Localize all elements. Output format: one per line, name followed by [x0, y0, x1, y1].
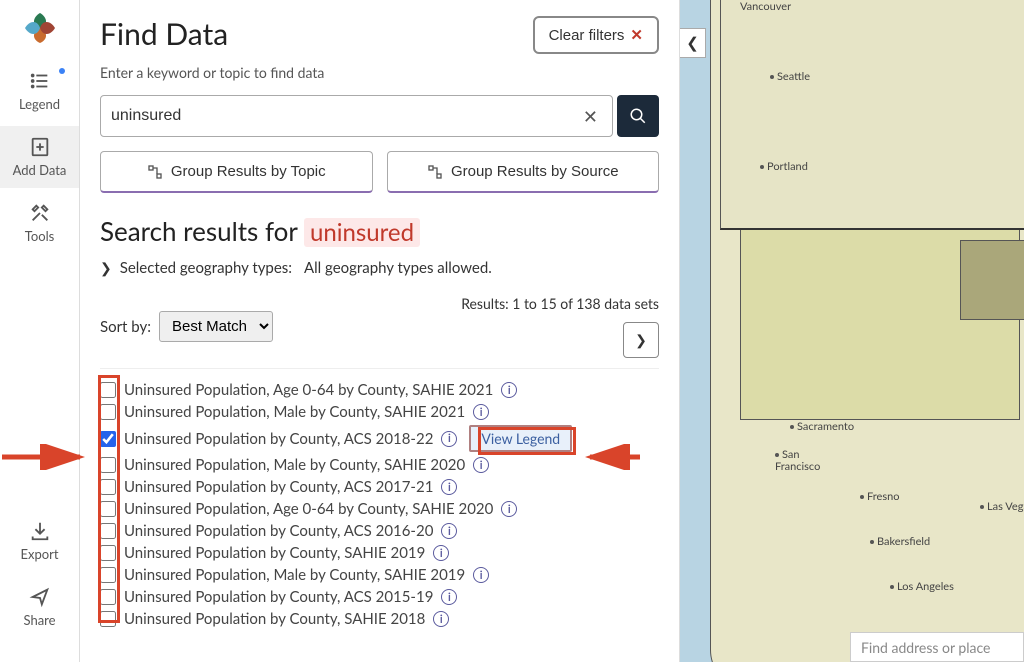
group-by-topic-button[interactable]: Group Results by Topic	[100, 151, 373, 193]
city-label: Portland	[760, 160, 808, 173]
result-label: Uninsured Population by County, ACS 2017…	[124, 478, 433, 496]
rail-add-data-label: Add Data	[13, 162, 67, 178]
result-checkbox[interactable]	[100, 382, 116, 398]
city-label: Seattle	[770, 70, 810, 83]
city-label: San FranciscoFrancisco	[775, 460, 820, 473]
panel-subtitle: Enter a keyword or topic to find data	[100, 64, 659, 81]
rail-legend-label: Legend	[19, 96, 60, 112]
page-title: Find Data	[100, 16, 228, 52]
info-icon[interactable]: i	[473, 567, 489, 583]
sort-label: Sort by:	[100, 318, 151, 336]
result-checkbox[interactable]	[100, 545, 116, 561]
info-icon[interactable]: i	[441, 431, 457, 447]
app-logo	[22, 10, 58, 46]
geocoder-input[interactable]: Find address or place	[850, 632, 1024, 662]
group-by-source-button[interactable]: Group Results by Source	[387, 151, 660, 193]
list-item[interactable]: Uninsured Population by County, ACS 2015…	[100, 586, 659, 608]
list-item[interactable]: Uninsured Population by County, SAHIE 20…	[100, 542, 659, 564]
clear-filters-button[interactable]: Clear filters ✕	[533, 16, 659, 54]
list-item[interactable]: Uninsured Population by County, SAHIE 20…	[100, 608, 659, 630]
result-label: Uninsured Population, Age 0-64 by County…	[124, 500, 493, 518]
next-page-button[interactable]: ❯	[623, 322, 659, 358]
clear-search-icon[interactable]: ✕	[579, 105, 602, 128]
list-item[interactable]: Uninsured Population, Male by County, SA…	[100, 454, 659, 476]
close-icon: ✕	[630, 26, 643, 44]
search-icon	[629, 107, 647, 125]
result-checkbox[interactable]	[100, 404, 116, 420]
info-icon[interactable]: i	[501, 382, 517, 398]
info-icon[interactable]: i	[441, 479, 457, 495]
search-button[interactable]	[617, 95, 659, 137]
result-label: Uninsured Population, Male by County, SA…	[124, 566, 465, 584]
chevron-right-icon: ❯	[635, 331, 647, 349]
result-checkbox[interactable]	[100, 567, 116, 583]
list-item[interactable]: Uninsured Population by County, ACS 2016…	[100, 520, 659, 542]
download-icon	[29, 520, 51, 542]
rail-legend[interactable]: Legend	[0, 60, 79, 122]
results-heading: Search results for uninsured	[100, 215, 659, 247]
result-checkbox[interactable]	[100, 589, 116, 605]
list-item[interactable]: Uninsured Population by County, ACS 2017…	[100, 476, 659, 498]
info-icon[interactable]: i	[473, 404, 489, 420]
result-label: Uninsured Population by County, ACS 2015…	[124, 588, 433, 606]
rail-tools-label: Tools	[25, 228, 55, 244]
map-view[interactable]: ❮ Vancouver Seattle Portland Sacramento …	[680, 0, 1024, 662]
city-label: Fresno	[860, 490, 899, 503]
result-label: Uninsured Population, Male by County, SA…	[124, 403, 465, 421]
left-rail: Legend Add Data Tools Export Share	[0, 0, 80, 662]
geography-filter-row[interactable]: ❯ Selected geography types: All geograph…	[100, 259, 659, 277]
info-icon[interactable]: i	[473, 457, 489, 473]
city-label: Bakersfield	[870, 535, 930, 548]
share-icon	[29, 586, 51, 608]
result-label: Uninsured Population by County, SAHIE 20…	[124, 610, 425, 628]
list-item[interactable]: Uninsured Population by County, ACS 2018…	[100, 423, 659, 454]
add-document-icon	[29, 136, 51, 158]
list-item[interactable]: Uninsured Population, Age 0-64 by County…	[100, 498, 659, 520]
city-label: Las Vegas	[980, 500, 1024, 513]
city-label: Vancouver	[740, 0, 791, 13]
info-icon[interactable]: i	[433, 611, 449, 627]
list-item[interactable]: Uninsured Population, Age 0-64 by County…	[100, 379, 659, 401]
result-label: Uninsured Population by County, ACS 2016…	[124, 522, 433, 540]
chevron-left-icon: ❮	[686, 34, 699, 52]
info-icon[interactable]: i	[441, 523, 457, 539]
rail-share-label: Share	[24, 612, 56, 628]
tools-icon	[29, 202, 51, 224]
rail-tools[interactable]: Tools	[0, 192, 79, 254]
city-label: Los Angeles	[890, 580, 954, 593]
info-icon[interactable]: i	[501, 501, 517, 517]
result-label: Uninsured Population by County, SAHIE 20…	[124, 544, 425, 562]
city-label: Sacramento	[790, 420, 854, 433]
result-checkbox[interactable]	[100, 457, 116, 473]
result-checkbox[interactable]	[100, 479, 116, 495]
find-data-panel: Find Data Clear filters ✕ Enter a keywor…	[80, 0, 680, 662]
info-icon[interactable]: i	[441, 589, 457, 605]
rail-export[interactable]: Export	[0, 510, 79, 572]
result-checkbox[interactable]	[100, 611, 116, 627]
result-checkbox[interactable]	[100, 523, 116, 539]
search-input-wrap: ✕	[100, 95, 613, 137]
result-checkbox[interactable]	[100, 501, 116, 517]
search-input[interactable]	[111, 107, 579, 125]
sort-select[interactable]: Best Match	[159, 311, 273, 342]
view-legend-button[interactable]: View Legend	[469, 425, 572, 452]
rail-add-data[interactable]: Add Data	[0, 126, 79, 188]
list-item[interactable]: Uninsured Population, Male by County, SA…	[100, 401, 659, 423]
hierarchy-icon	[147, 164, 163, 180]
result-label: Uninsured Population by County, ACS 2018…	[124, 430, 433, 448]
list-item[interactable]: Uninsured Population, Male by County, SA…	[100, 564, 659, 586]
rail-export-label: Export	[20, 546, 58, 562]
result-label: Uninsured Population, Age 0-64 by County…	[124, 381, 493, 399]
chevron-right-icon: ❯	[100, 259, 112, 277]
collapse-panel-button[interactable]: ❮	[680, 28, 706, 58]
info-icon[interactable]: i	[433, 545, 449, 561]
result-checkbox[interactable]	[100, 431, 116, 447]
results-count: Results: 1 to 15 of 138 data sets	[461, 295, 659, 312]
list-icon	[29, 70, 51, 92]
hierarchy-icon	[427, 164, 443, 180]
results-list: Uninsured Population, Age 0-64 by County…	[100, 379, 659, 630]
result-label: Uninsured Population, Male by County, SA…	[124, 456, 465, 474]
rail-share[interactable]: Share	[0, 576, 79, 638]
